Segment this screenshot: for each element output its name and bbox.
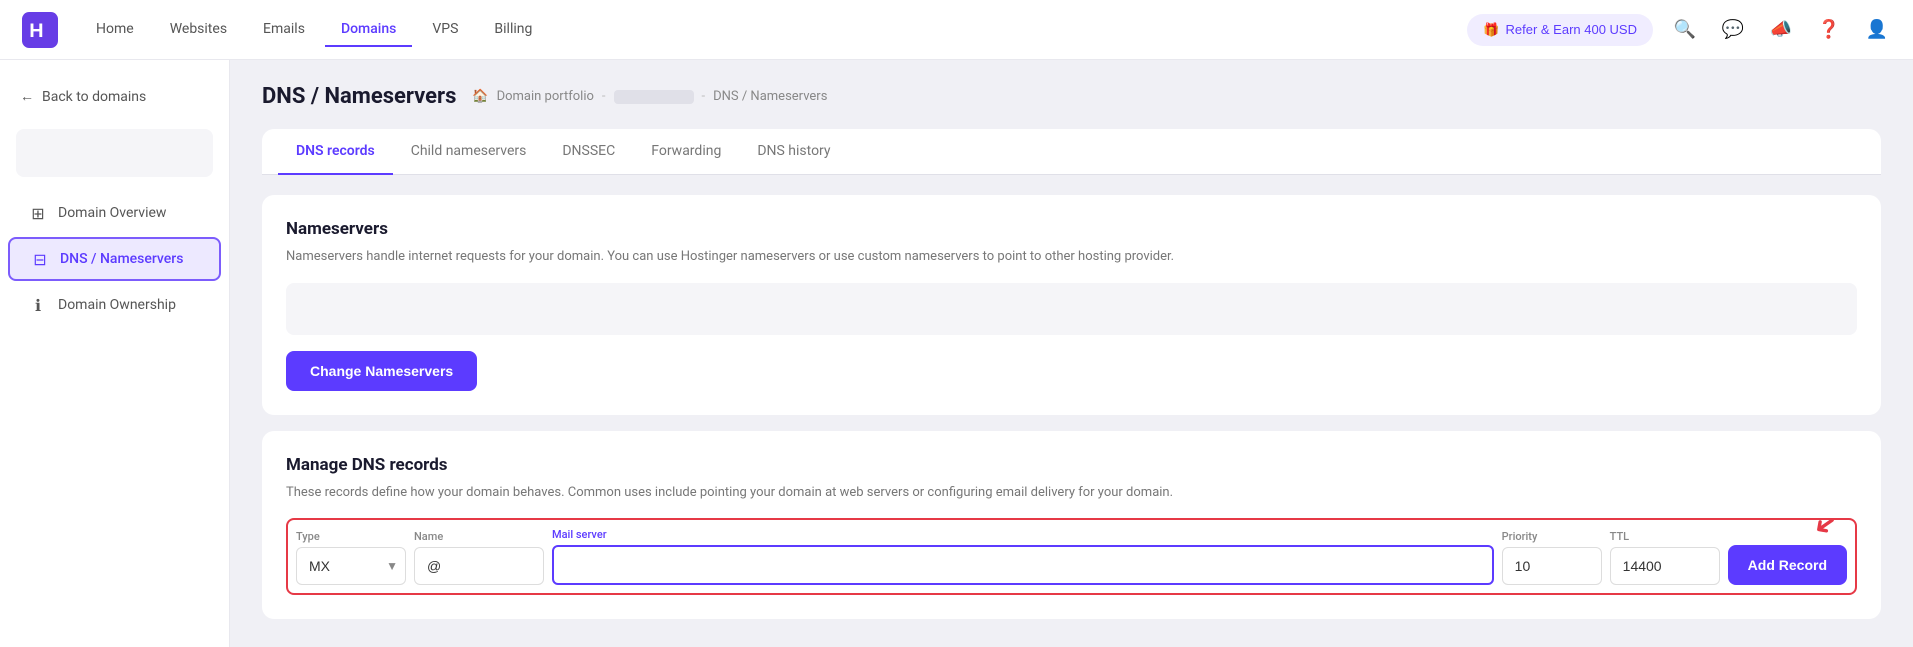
nameservers-title: Nameservers	[286, 219, 1857, 239]
change-nameservers-button[interactable]: Change Nameservers	[286, 351, 477, 391]
page-title: DNS / Nameservers	[262, 84, 456, 109]
add-record-container: ➜ Add Record	[1728, 545, 1847, 585]
refer-label: Refer & Earn 400 USD	[1505, 22, 1637, 37]
breadcrumb-sep1: -	[602, 89, 606, 104]
tab-dns-history[interactable]: DNS history	[739, 129, 848, 175]
help-icon[interactable]: ❓	[1813, 14, 1845, 46]
notification-icon[interactable]: 📣	[1765, 14, 1797, 46]
dns-record-form-row: Type MX A AAAA CNAME TXT SRV ▼	[286, 518, 1857, 595]
back-to-domains-link[interactable]: ← Back to domains	[0, 76, 229, 117]
top-navigation: H Home Websites Emails Domains VPS Billi…	[0, 0, 1913, 60]
info-icon: ℹ	[28, 295, 48, 315]
dns-records-title: Manage DNS records	[286, 455, 1857, 475]
name-label: Name	[414, 530, 544, 543]
main-content: DNS / Nameservers 🏠 Domain portfolio - -…	[230, 60, 1913, 647]
back-label: Back to domains	[42, 89, 146, 105]
user-icon[interactable]: 👤	[1861, 14, 1893, 46]
type-label: Type	[296, 530, 406, 543]
sidebar-item-domain-ownership-label: Domain Ownership	[58, 297, 176, 313]
tab-dnssec[interactable]: DNSSEC	[544, 129, 633, 175]
sidebar-item-dns-nameservers[interactable]: ⊟ DNS / Nameservers	[8, 237, 221, 281]
nameservers-description: Nameservers handle internet requests for…	[286, 247, 1857, 267]
nameservers-card: Nameservers Nameservers handle internet …	[262, 195, 1881, 415]
sidebar-item-dns-label: DNS / Nameservers	[60, 251, 183, 267]
chat-icon[interactable]: 💬	[1717, 14, 1749, 46]
type-field: Type MX A AAAA CNAME TXT SRV ▼	[296, 530, 406, 585]
tab-forwarding[interactable]: Forwarding	[633, 129, 739, 175]
breadcrumb-current: DNS / Nameservers	[713, 89, 827, 104]
search-icon[interactable]: 🔍	[1669, 14, 1701, 46]
mail-server-input[interactable]	[552, 545, 1494, 585]
nav-right: 🎁 Refer & Earn 400 USD 🔍 💬 📣 ❓ 👤	[1467, 14, 1893, 46]
refer-earn-button[interactable]: 🎁 Refer & Earn 400 USD	[1467, 14, 1653, 46]
type-select-wrapper: MX A AAAA CNAME TXT SRV ▼	[296, 547, 406, 585]
sidebar-item-domain-ownership[interactable]: ℹ Domain Ownership	[8, 285, 221, 325]
dns-records-card: Manage DNS records These records define …	[262, 431, 1881, 620]
tabs-bar: DNS records Child nameservers DNSSEC For…	[262, 129, 1881, 175]
mail-server-label: Mail server	[552, 528, 1494, 541]
nav-billing[interactable]: Billing	[478, 13, 548, 47]
breadcrumb-sep2: -	[702, 89, 706, 104]
nav-vps[interactable]: VPS	[416, 13, 474, 47]
nav-home[interactable]: Home	[80, 13, 150, 47]
type-select[interactable]: MX A AAAA CNAME TXT SRV	[296, 547, 406, 585]
dns-records-description: These records define how your domain beh…	[286, 483, 1857, 503]
page-layout: ← Back to domains ⊞ Domain Overview ⊟ DN…	[0, 0, 1913, 647]
logo[interactable]: H	[20, 10, 60, 50]
grid-icon: ⊞	[28, 203, 48, 223]
nav-emails[interactable]: Emails	[247, 13, 321, 47]
ttl-label: TTL	[1610, 530, 1720, 543]
nav-domains[interactable]: Domains	[325, 13, 412, 47]
nav-links: Home Websites Emails Domains VPS Billing	[80, 13, 1467, 47]
tab-dns-records[interactable]: DNS records	[278, 129, 393, 175]
name-field-container: Name	[414, 530, 544, 585]
gift-icon: 🎁	[1483, 22, 1499, 38]
page-header: DNS / Nameservers 🏠 Domain portfolio - -…	[262, 84, 1881, 109]
tab-child-nameservers[interactable]: Child nameservers	[393, 129, 545, 175]
red-arrow-annotation: ➜	[1806, 505, 1844, 545]
domain-preview-blurred	[16, 129, 213, 177]
sidebar: ← Back to domains ⊞ Domain Overview ⊟ DN…	[0, 60, 230, 647]
home-breadcrumb-icon: 🏠	[472, 89, 488, 104]
breadcrumb: 🏠 Domain portfolio - - DNS / Nameservers	[472, 89, 827, 104]
mail-server-field-container: Mail server	[552, 528, 1494, 585]
arrow-left-icon: ←	[20, 88, 34, 105]
breadcrumb-domain-blurred	[614, 90, 694, 104]
nameserver-values-blurred	[286, 283, 1857, 335]
priority-field-container: Priority	[1502, 530, 1602, 585]
sidebar-item-domain-overview[interactable]: ⊞ Domain Overview	[8, 193, 221, 233]
name-input[interactable]	[414, 547, 544, 585]
priority-input[interactable]	[1502, 547, 1602, 585]
sidebar-item-domain-overview-label: Domain Overview	[58, 205, 166, 221]
nav-websites[interactable]: Websites	[154, 13, 243, 47]
svg-text:H: H	[29, 20, 43, 42]
dns-icon: ⊟	[30, 249, 50, 269]
ttl-field-container: TTL	[1610, 530, 1720, 585]
add-record-button[interactable]: Add Record	[1728, 545, 1847, 585]
breadcrumb-domain-portfolio[interactable]: Domain portfolio	[497, 89, 594, 104]
ttl-input[interactable]	[1610, 547, 1720, 585]
priority-label: Priority	[1502, 530, 1602, 543]
